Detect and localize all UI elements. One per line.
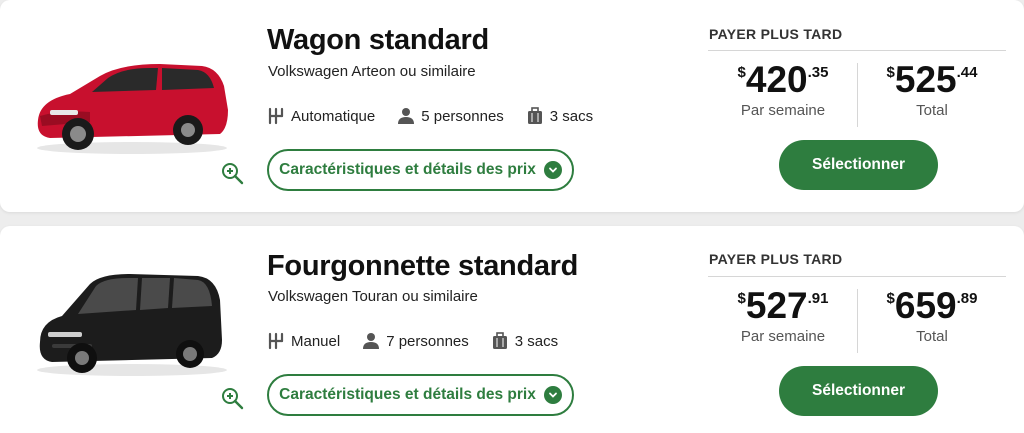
divider — [708, 50, 1006, 51]
total-price: $ 525 .44 Total — [862, 58, 1002, 119]
total-price: $ 659 .89 Total — [862, 284, 1002, 345]
weekly-price: $ 527 .91 Par semaine — [713, 284, 853, 345]
currency-symbol: $ — [737, 64, 746, 81]
gear-shift-icon — [268, 332, 284, 350]
currency-symbol: $ — [886, 64, 895, 81]
select-button[interactable]: Sélectionner — [779, 140, 938, 190]
price-integer: 420 — [745, 59, 808, 100]
feature-transmission: Automatique — [267, 107, 375, 125]
transmission-label: Manuel — [291, 332, 341, 350]
bags-label: 3 sacs — [549, 107, 594, 125]
feature-bags: 3 sacs — [491, 332, 558, 350]
total-label: Total — [916, 102, 948, 119]
divider — [857, 63, 858, 127]
vehicle-model: Volkswagen Arteon ou similaire — [268, 63, 476, 80]
weekly-price: $ 420 .35 Par semaine — [713, 58, 853, 119]
feature-passengers: 7 personnes — [362, 332, 469, 350]
currency-symbol: $ — [886, 290, 895, 307]
passengers-label: 7 personnes — [386, 332, 469, 350]
chevron-down-icon — [543, 386, 562, 404]
vehicle-model: Volkswagen Touran ou similaire — [268, 288, 478, 305]
details-button[interactable]: Caractéristiques et détails des prix — [267, 149, 574, 191]
price-integer: 525 — [894, 59, 957, 100]
divider — [708, 276, 1006, 277]
vehicle-title: Fourgonnette standard — [267, 250, 579, 282]
pay-later-label: PAYER PLUS TARD — [709, 26, 843, 42]
zoom-in-icon[interactable] — [220, 161, 244, 185]
details-button[interactable]: Caractéristiques et détails des prix — [267, 374, 574, 416]
vehicle-features: Automatique 5 personnes 3 sacs — [267, 107, 615, 125]
person-icon — [398, 108, 415, 124]
feature-transmission: Manuel — [267, 332, 340, 350]
total-label: Total — [916, 328, 948, 345]
price-integer: 659 — [894, 285, 957, 326]
car-image-wagon[interactable] — [30, 50, 235, 160]
price-decimal: .91 — [807, 290, 829, 307]
bags-label: 3 sacs — [514, 332, 559, 350]
feature-passengers: 5 personnes — [397, 107, 504, 125]
transmission-label: Automatique — [291, 107, 376, 125]
details-label: Caractéristiques et détails des prix — [279, 161, 536, 178]
feature-bags: 3 sacs — [526, 107, 593, 125]
chevron-down-icon — [543, 161, 562, 179]
passengers-label: 5 personnes — [421, 107, 504, 125]
price-decimal: .89 — [956, 290, 978, 307]
pay-later-label: PAYER PLUS TARD — [709, 251, 843, 267]
price-decimal: .35 — [807, 64, 829, 81]
details-label: Caractéristiques et détails des prix — [279, 386, 536, 403]
select-button[interactable]: Sélectionner — [779, 366, 938, 416]
weekly-label: Par semaine — [740, 102, 826, 119]
price-integer: 527 — [745, 285, 808, 326]
car-image-van[interactable] — [30, 270, 235, 380]
divider — [857, 289, 858, 353]
zoom-in-icon[interactable] — [220, 386, 244, 410]
suitcase-icon — [527, 107, 542, 124]
currency-symbol: $ — [737, 290, 746, 307]
weekly-label: Par semaine — [740, 328, 826, 345]
vehicle-title: Wagon standard — [267, 24, 489, 56]
suitcase-icon — [492, 332, 507, 349]
person-icon — [363, 333, 380, 349]
gear-shift-icon — [268, 107, 284, 125]
vehicle-features: Manuel 7 personnes 3 sacs — [267, 332, 580, 350]
price-decimal: .44 — [956, 64, 978, 81]
